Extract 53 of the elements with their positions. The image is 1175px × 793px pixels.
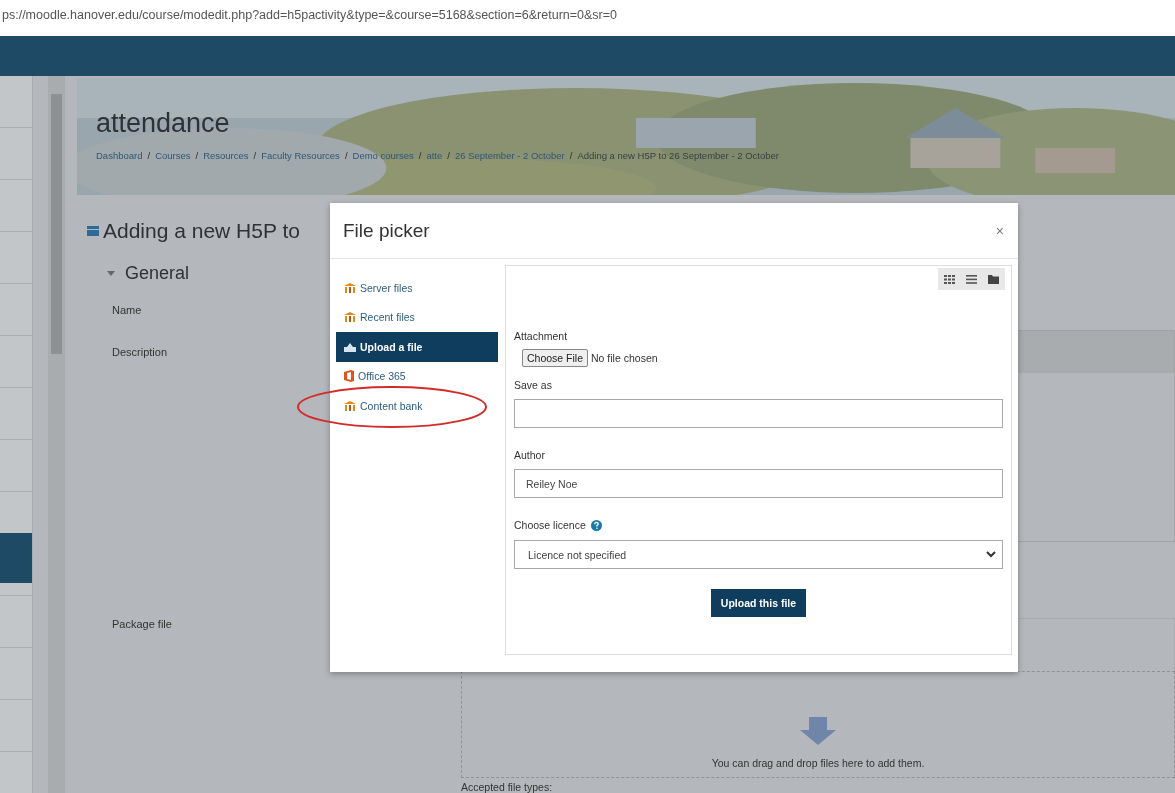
chevron-down-icon xyxy=(986,551,996,558)
choose-file-button[interactable]: Choose File xyxy=(522,349,589,367)
drop-zone-message: You can drag and drop files here to add them. xyxy=(711,757,925,769)
grid-view-icon[interactable] xyxy=(944,274,955,284)
repository-item[interactable]: Server files xyxy=(336,273,498,303)
save-as-label: Save as xyxy=(514,379,553,391)
repository-item[interactable]: Content bank xyxy=(336,391,498,421)
page-heading: Adding a new H5P to xyxy=(103,219,300,243)
caret-icon[interactable] xyxy=(107,270,115,277)
address-bar[interactable]: ps://moodle.hanover.edu/course/modedit.php?add=h5pactivity&type=&course=5168&section=6&return=0&sr=0 xyxy=(0,0,1175,36)
scrollbar[interactable] xyxy=(48,76,65,793)
repository-item[interactable]: Upload a file xyxy=(336,332,498,362)
repository-item[interactable]: Office 365 xyxy=(336,361,498,391)
field-label: Name xyxy=(112,304,142,316)
licence-dropdown[interactable]: Licence not specified xyxy=(514,540,1003,569)
upload-button[interactable]: Upload this file xyxy=(710,589,807,617)
close-button[interactable]: × xyxy=(993,222,1006,239)
dialog-title: File picker xyxy=(343,219,430,242)
breadcrumb-separator: / xyxy=(418,150,422,161)
activity-icon xyxy=(87,226,99,236)
list-view-icon[interactable] xyxy=(966,274,977,284)
repository-item[interactable]: Recent files xyxy=(336,302,498,332)
accepted-types-label: Accepted file types: xyxy=(461,781,554,793)
attachment-label: Attachment xyxy=(514,330,569,342)
breadcrumb-separator: / xyxy=(195,150,199,161)
repository-icon xyxy=(344,282,356,293)
breadcrumb-separator: / xyxy=(344,150,348,161)
licence-label: Choose licence xyxy=(514,519,586,531)
field-label: Description xyxy=(112,346,168,358)
help-icon[interactable] xyxy=(590,519,602,531)
breadcrumb-link[interactable]: Demo courses xyxy=(352,150,414,161)
repository-icon xyxy=(344,312,356,323)
repository-icon xyxy=(344,400,356,411)
breadcrumb-link[interactable]: Courses xyxy=(155,150,191,161)
author-field[interactable]: Reiley Noe xyxy=(514,469,1003,498)
folder-icon[interactable] xyxy=(988,274,999,284)
file-status: No file chosen xyxy=(591,352,658,364)
breadcrumb-separator: / xyxy=(569,150,573,161)
course-title: attendance xyxy=(96,108,231,139)
breadcrumb-separator: / xyxy=(447,150,450,161)
save-as-field[interactable] xyxy=(514,399,1003,428)
field-label: Package file xyxy=(112,618,172,630)
breadcrumb-separator: / xyxy=(147,150,151,161)
upload-icon xyxy=(344,341,356,352)
section-title[interactable]: General xyxy=(125,263,190,284)
breadcrumb-link[interactable]: Faculty Resources xyxy=(261,150,340,161)
breadcrumb-link[interactable]: Resources xyxy=(203,150,249,161)
breadcrumb-link[interactable]: Adding a new H5P to 26 September - 2 October xyxy=(577,150,779,161)
office-icon xyxy=(344,370,354,383)
author-label: Author xyxy=(514,449,546,461)
breadcrumb-link[interactable]: Dashboard xyxy=(96,150,143,161)
arrow-down-icon xyxy=(800,717,836,745)
breadcrumb-separator: / xyxy=(253,150,257,161)
